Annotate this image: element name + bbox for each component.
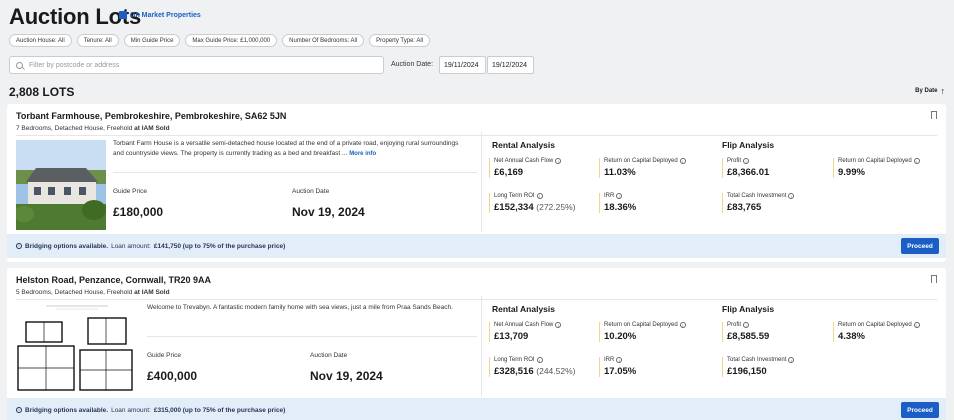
proceed-button[interactable]: Proceed (901, 238, 939, 254)
net-annual-cash-flow: Net Annual Cash Flow i £13,709 (489, 322, 562, 342)
info-icon[interactable]: i (743, 158, 750, 164)
search-icon (16, 61, 23, 69)
divider (147, 336, 477, 337)
info-icon[interactable]: i (743, 322, 750, 328)
info-icon[interactable]: i (788, 357, 795, 363)
rental-analysis-title: Rental Analysis (492, 304, 555, 314)
info-icon: i (16, 243, 22, 249)
info-icon[interactable]: i (679, 158, 686, 164)
property-photo[interactable] (16, 140, 106, 230)
flip-profit: Profit i £8,366.01 (722, 158, 769, 178)
guide-price-label: Guide Price (113, 188, 147, 195)
divider (481, 296, 482, 396)
on-market-label: On Market Properties (130, 11, 201, 19)
arrow-up-icon: ↑ (940, 86, 946, 96)
irr: IRR i 17.05% (599, 357, 636, 377)
info-icon[interactable]: i (555, 322, 562, 328)
proceed-button[interactable]: Proceed (901, 402, 939, 418)
auction-date-label: Auction Date (310, 352, 348, 359)
divider (16, 299, 937, 300)
guide-price-value: £400,000 (147, 369, 198, 383)
divider (481, 132, 482, 232)
bookmark-icon[interactable] (931, 275, 937, 286)
irr: IRR i 18.36% (599, 193, 636, 213)
sort-by-date[interactable]: By Date ↑ (915, 86, 945, 96)
lot-description: Welcome to Trevabyn. A fantastic modern … (147, 304, 453, 311)
flip-analysis-title: Flip Analysis (722, 304, 775, 314)
info-icon[interactable]: i (536, 357, 543, 363)
auction-date-value: Nov 19, 2024 (310, 369, 383, 383)
info-icon: i (16, 407, 22, 413)
guide-price-label: Guide Price (147, 352, 181, 359)
rental-return-on-capital: Return on Capital Deployed i 11.03% (599, 158, 686, 178)
flip-profit: Profit i £8,585.59 (722, 322, 769, 342)
filter-auction-house[interactable]: Auction House: All (9, 34, 72, 47)
lot-card: Torbant Farmhouse, Pembrokeshire, Pembro… (7, 104, 946, 262)
long-term-roi: Long Term ROI i £152,334 (272.25%) (489, 193, 575, 213)
filter-max-guide-price[interactable]: Max Guide Price: £1,000,000 (185, 34, 278, 47)
filter-min-guide-price[interactable]: Min Guide Price (123, 34, 181, 47)
lot-card: Helston Road, Penzance, Cornwall, TR20 9… (7, 268, 946, 420)
auction-date-value: Nov 19, 2024 (292, 205, 365, 219)
lot-details: 7 Bedrooms, Detached House, Freehold at … (16, 125, 170, 132)
search-placeholder: Filter by postcode or address (29, 61, 120, 69)
total-cash-investment: Total Cash Investment i £196,150 (722, 357, 795, 377)
info-icon[interactable]: i (555, 158, 562, 164)
search-input[interactable]: Filter by postcode or address (9, 56, 384, 74)
total-cash-investment: Total Cash Investment i £83,765 (722, 193, 795, 213)
auction-date-label: Auction Date: (391, 61, 434, 68)
flip-return-on-capital: Return on Capital Deployed i 4.38% (833, 322, 920, 342)
bookmark-icon[interactable] (931, 111, 937, 122)
on-market-link[interactable]: On Market Properties (119, 11, 201, 19)
filter-property-type[interactable]: Property Type: All (369, 34, 431, 47)
guide-price-value: £180,000 (113, 205, 164, 219)
filter-bedrooms[interactable]: Number Of Bedrooms: All (282, 34, 365, 47)
auction-date-from[interactable]: 19/11/2024 (439, 56, 486, 74)
sort-label: By Date (915, 88, 938, 94)
floor-plan-image[interactable] (16, 302, 138, 394)
divider (113, 172, 477, 173)
more-info-link[interactable]: More info (349, 151, 376, 157)
filter-bar: Auction House: All Tenure: All Min Guide… (9, 34, 431, 47)
bridging-banner: i Bridging options available. Loan amoun… (7, 398, 946, 420)
flip-return-on-capital: Return on Capital Deployed i 9.99% (833, 158, 920, 178)
lot-address[interactable]: Torbant Farmhouse, Pembrokeshire, Pembro… (16, 111, 286, 121)
lots-count: 2,808 LOTS (9, 85, 75, 99)
info-icon[interactable]: i (679, 322, 686, 328)
info-icon[interactable]: i (616, 193, 623, 199)
filter-tenure[interactable]: Tenure: All (76, 34, 119, 47)
lot-details: 5 Bedrooms, Detached House, Freehold at … (16, 289, 170, 296)
info-icon[interactable]: i (913, 158, 920, 164)
divider (16, 135, 937, 136)
auction-date-to[interactable]: 19/12/2024 (487, 56, 534, 74)
long-term-roi: Long Term ROI i £328,516 (244.52%) (489, 357, 575, 377)
net-annual-cash-flow: Net Annual Cash Flow i £6,169 (489, 158, 562, 178)
bridging-banner: i Bridging options available. Loan amoun… (7, 234, 946, 258)
lot-description: Torbant Farm House is a versatile semi-d… (113, 140, 459, 157)
info-icon[interactable]: i (788, 193, 795, 199)
info-icon[interactable]: i (536, 193, 543, 199)
info-icon[interactable]: i (616, 357, 623, 363)
info-icon[interactable]: i (913, 322, 920, 328)
rental-analysis-title: Rental Analysis (492, 140, 555, 150)
rental-return-on-capital: Return on Capital Deployed i 10.20% (599, 322, 686, 342)
auction-date-label: Auction Date (292, 188, 330, 195)
lot-address[interactable]: Helston Road, Penzance, Cornwall, TR20 9… (16, 275, 211, 285)
flip-analysis-title: Flip Analysis (722, 140, 775, 150)
home-icon (119, 11, 127, 19)
